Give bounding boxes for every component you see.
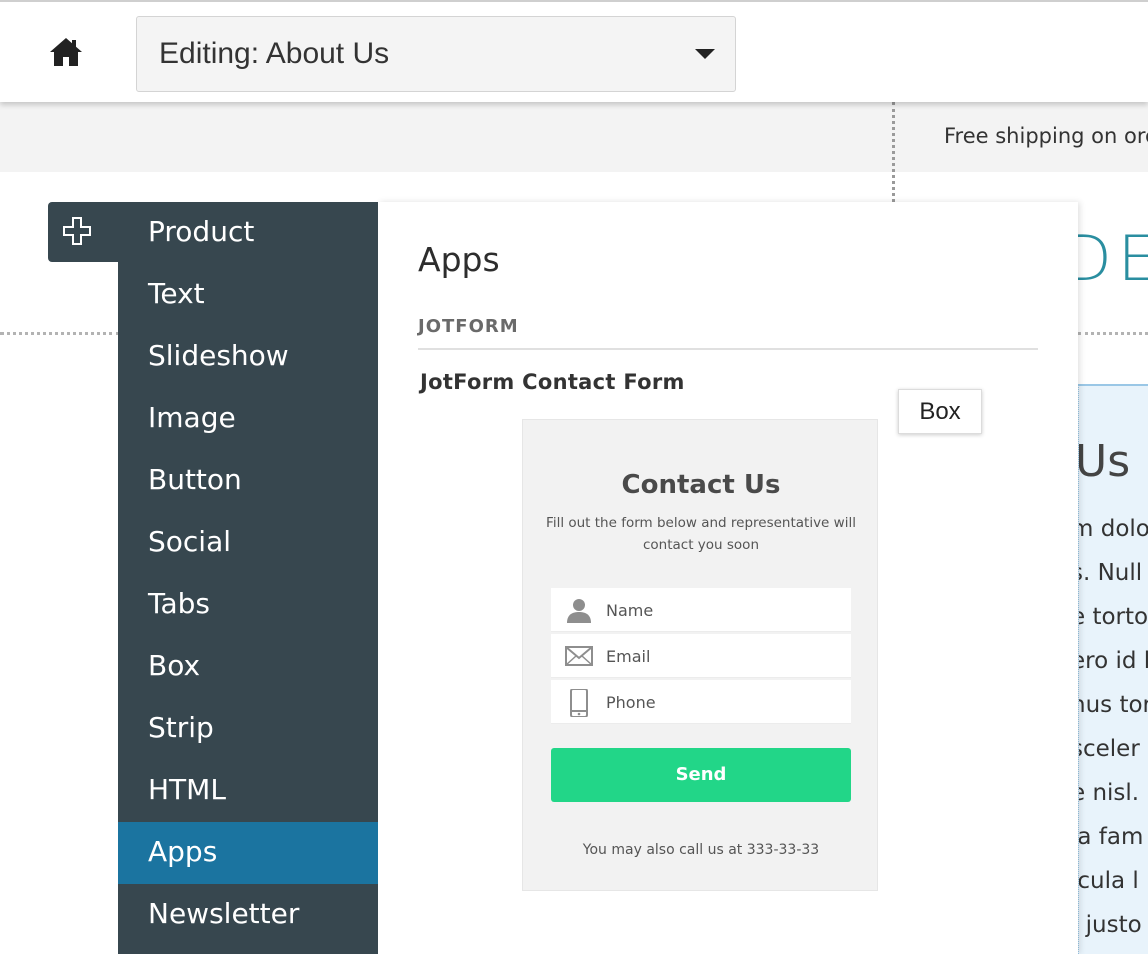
content-line: m dolo (1079, 516, 1148, 542)
email-field: Email (551, 634, 851, 678)
column-divider (892, 102, 895, 202)
menu-item-label: Newsletter (148, 897, 300, 930)
menu-item-tabs[interactable]: Tabs (118, 574, 378, 636)
content-line: , justo (1078, 912, 1142, 938)
content-heading: Us (1078, 436, 1131, 487)
content-line: e torto (1078, 604, 1148, 630)
menu-item-label: Apps (148, 835, 218, 868)
phone-field-label: Phone (606, 693, 656, 712)
send-button: Send (551, 748, 851, 802)
home-icon (50, 38, 82, 66)
email-field-label: Email (606, 647, 651, 666)
content-line: sceler (1079, 736, 1140, 762)
content-box[interactable]: Us m dolo s. Null e torto ero id l nus t… (1078, 384, 1148, 954)
plus-icon (63, 217, 91, 245)
menu-item-strip[interactable]: Strip (118, 698, 378, 760)
menu-item-box[interactable]: Box (118, 636, 378, 698)
apps-panel: Apps JOTFORM JotForm Contact Form Contac… (378, 202, 1078, 954)
content-line: ero id l (1079, 648, 1148, 674)
menu-item-label: Tabs (148, 587, 210, 620)
content-line: nus tor (1079, 692, 1148, 718)
content-line: e nisl. (1079, 780, 1140, 806)
menu-item-text[interactable]: Text (118, 264, 378, 326)
page-select[interactable]: Editing: About Us (136, 16, 736, 92)
menu-item-product[interactable]: Product (118, 202, 378, 264)
envelope-icon (565, 646, 593, 666)
content-line: s. Null (1078, 560, 1143, 586)
section-divider (418, 348, 1038, 350)
panel-title: Apps (418, 240, 500, 279)
section-label: JOTFORM (418, 316, 519, 337)
content-line: la fam (1078, 824, 1144, 850)
menu-item-social[interactable]: Social (118, 512, 378, 574)
app-name: JotForm Contact Form (420, 370, 685, 394)
menu-item-html[interactable]: HTML (118, 760, 378, 822)
menu-item-label: HTML (148, 773, 226, 806)
content-line: icula l (1078, 868, 1139, 894)
menu-item-newsletter[interactable]: Newsletter (118, 884, 378, 946)
section-divider-left (0, 332, 120, 335)
shipping-announcement: Free shipping on orc (944, 124, 1148, 148)
contact-form-preview[interactable]: Contact Us Fill out the form below and r… (522, 419, 878, 891)
user-icon (567, 599, 591, 623)
page-select-value: Editing: About Us (159, 37, 390, 70)
menu-item-label: Social (148, 525, 232, 558)
form-subtitle: Fill out the form below and representati… (546, 515, 856, 553)
menu-item-label: Slideshow (148, 339, 289, 372)
name-field-label: Name (606, 601, 654, 620)
form-footer: You may also call us at 333-33-33 (582, 842, 820, 858)
element-menu: Product Text Slideshow Image Button Soci… (118, 202, 378, 954)
menu-item-label: Product (148, 215, 255, 248)
chevron-down-icon (695, 49, 715, 59)
menu-item-label: Box (148, 649, 201, 682)
menu-item-button[interactable]: Button (118, 450, 378, 512)
box-tooltip: Box (898, 389, 982, 434)
menu-item-label: Strip (148, 711, 214, 744)
phone-field: Phone (551, 680, 851, 724)
home-button[interactable] (48, 34, 84, 70)
menu-item-image[interactable]: Image (118, 388, 378, 450)
menu-item-label: Image (148, 401, 236, 434)
add-element-button[interactable] (48, 202, 120, 262)
menu-item-slideshow[interactable]: Slideshow (118, 326, 378, 388)
form-title: Contact Us (621, 470, 781, 500)
menu-item-apps[interactable]: Apps (118, 822, 378, 884)
menu-item-label: Text (148, 277, 205, 310)
menu-item-label: Button (148, 463, 242, 496)
phone-icon (570, 689, 588, 717)
name-field: Name (551, 588, 851, 632)
editor-toolbar: Editing: About Us (0, 0, 1148, 102)
section-divider-right (1078, 332, 1148, 335)
